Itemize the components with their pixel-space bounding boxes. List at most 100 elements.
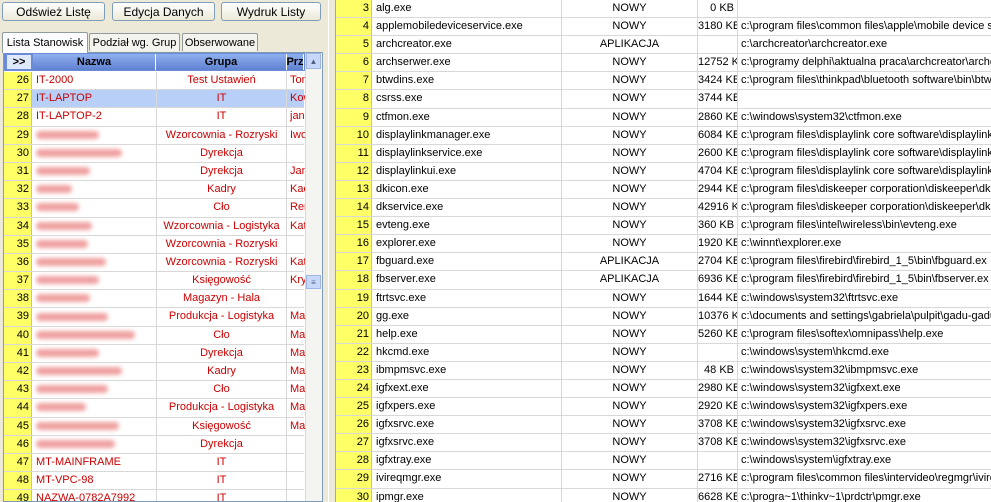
table-row[interactable]: 28 IT-LAPTOP-2 IT jan — [4, 108, 305, 127]
workstations-grid[interactable]: >> Nazwa Grupa Prz 26 IT-2000 Test Ustawie… — [3, 52, 323, 502]
table-row[interactable]: 12 displaylinkui.exe NOWY 4704 KB c:\program… — [336, 162, 991, 181]
table-row[interactable]: 8 csrss.exe NOWY 3744 KB — [336, 90, 991, 109]
process-path: c:\program files\displaylink core softwa… — [741, 128, 991, 141]
table-row[interactable]: 32 Kadry Kac — [4, 181, 308, 200]
print-list-button[interactable]: Wydruk Listy — [221, 2, 321, 21]
table-row[interactable]: 3 alg.exe NOWY 0 KB — [336, 0, 991, 19]
table-row[interactable]: 42 Kadry Mar — [4, 363, 308, 382]
table-row[interactable]: 27 igfxsrvc.exe NOWY 3708 KB c:\windows\syst… — [336, 434, 991, 453]
table-row[interactable]: 17 fbguard.exe APLIKACJA 2704 KB c:\program … — [336, 253, 991, 272]
edit-data-button[interactable]: Edycja Danych — [112, 2, 215, 21]
table-row[interactable]: 13 dkicon.exe NOWY 2944 KB c:\program files\… — [336, 180, 991, 200]
table-row[interactable]: 24 igfxext.exe NOWY 2980 KB c:\windows\syste… — [336, 379, 991, 399]
row-number: 23 — [336, 361, 372, 379]
table-row[interactable]: 49 NAZWA-0782A7992 IT — [4, 490, 304, 502]
table-row[interactable]: 48 MT-VPC-98 IT — [4, 472, 304, 491]
table-row[interactable]: 44 Produkcja - Logistyka Mał — [4, 399, 308, 418]
table-row[interactable]: 33CłoRen — [4, 199, 308, 218]
tab-obserwowane[interactable]: Obserwowane — [182, 33, 258, 51]
tab-podzial-wg-grup[interactable]: Podział wg. Grup — [89, 33, 180, 51]
vertical-scrollbar[interactable]: ▲ ≡ — [305, 53, 322, 501]
table-row[interactable]: 36 Wzorcownia - Rozryski Kat — [4, 253, 307, 273]
scroll-thumb[interactable]: ≡ — [306, 275, 321, 289]
workstation-name — [34, 181, 156, 198]
table-row[interactable]: 21 help.exe NOWY 5260 KB c:\program files\so… — [336, 325, 991, 344]
table-row[interactable]: 27IT-LAPTOPITKow — [4, 90, 308, 109]
workstation-group: Wzorcownia - Rozryski — [156, 126, 287, 144]
workstation-name — [34, 381, 156, 398]
process-status: NOWY — [562, 180, 698, 199]
process-path: c:\programy delphi\aktualna praca\archcr… — [741, 56, 991, 69]
process-path: c:\windows\system32\ftrtsvc.exe — [741, 291, 899, 304]
header-name[interactable]: Nazwa — [33, 54, 156, 70]
table-row[interactable]: 34 Wzorcownia - Logistyka Kat — [4, 217, 307, 236]
table-row[interactable]: 5 archcreator.exe APLIKACJA c:\archcreator\… — [336, 36, 991, 55]
table-row[interactable]: 39Produkcja - LogistykaMag — [4, 308, 308, 327]
table-row[interactable]: 7 btwdins.exe NOWY 3424 KB c:\program files\… — [336, 72, 991, 91]
row-number: 24 — [336, 379, 372, 398]
table-row[interactable]: 47 MT-MAINFRAME IT — [4, 453, 304, 473]
table-row[interactable]: 31 Dyrekcja Jan — [4, 162, 308, 182]
table-row[interactable]: 25 igfxpers.exe NOWY 2920 KB c:\windows\syst… — [336, 398, 991, 417]
table-row[interactable]: 15 evteng.exe NOWY 360 KB c:\program files\i… — [336, 217, 991, 236]
table-row[interactable]: 41 Dyrekcja Mar — [4, 344, 308, 363]
process-name: dkservice.exe — [373, 199, 562, 217]
table-row[interactable]: 11 displaylinkservice.exe NOWY 2600 KB c:\pr… — [336, 144, 991, 163]
scroll-up-icon[interactable]: ▲ — [306, 53, 321, 69]
process-name: ivireqmgr.exe — [373, 470, 562, 488]
table-row[interactable]: 30 ipmgr.exe NOWY 6628 KB c:\progra~1\thinkv… — [336, 488, 991, 502]
process-memory: 1920 KB — [698, 235, 738, 253]
table-row[interactable]: 20gg.exeNOWY10376 KBc:\documents and set… — [336, 307, 991, 326]
table-row[interactable]: 37KsięgowośćKrys — [4, 272, 308, 291]
workstation-name: NAZWA-0782A7992 — [36, 492, 136, 502]
table-row[interactable]: 26IT-2000Test UstawieńTom — [4, 72, 308, 91]
redacted-name — [36, 276, 99, 285]
process-name: evteng.exe — [373, 217, 562, 235]
table-row[interactable]: 23 ibmpmsvc.exe NOWY 48 KB c:\windows\system… — [336, 361, 991, 380]
process-name: dkicon.exe — [373, 180, 562, 199]
table-row[interactable]: 46 Dyrekcja — [4, 435, 304, 454]
table-row[interactable]: 29 ivireqmgr.exe NOWY 2716 KB c:\program fil… — [336, 470, 991, 489]
workstation-name — [34, 345, 156, 362]
header-prz[interactable]: Prz — [286, 54, 304, 70]
workstation-name: MT-VPC-98 — [36, 474, 94, 487]
process-memory: 3424 KB — [698, 72, 738, 90]
workstation-name — [34, 236, 156, 253]
table-row[interactable]: 19 ftrtsvc.exe NOWY 1644 KB c:\windows\syste… — [336, 289, 991, 308]
workstation-group: Księgowość — [156, 417, 287, 435]
redacted-name — [36, 257, 107, 266]
table-row[interactable]: 4 applemobiledeviceservice.exe NOWY 3180 KB… — [336, 18, 991, 37]
table-row[interactable]: 35 Wzorcownia - Rozryski — [4, 235, 304, 254]
table-row[interactable]: 9 ctfmon.exe NOWY 2860 KB c:\windows\system3… — [336, 108, 991, 127]
table-row[interactable]: 45 Księgowość Mar — [4, 417, 308, 436]
table-row[interactable]: 29 Wzorcownia - Rozryski Iwo — [4, 126, 307, 145]
table-row[interactable]: 28 igfxtray.exe NOWY c:\windows\system\igfx… — [336, 452, 991, 471]
table-row[interactable]: 40CłoMag — [4, 326, 308, 345]
row-number: 17 — [336, 253, 372, 271]
workstation-group: Wzorcownia - Logistyka — [156, 217, 287, 235]
row-number: 42 — [4, 363, 32, 381]
table-row[interactable]: 10 displaylinkmanager.exe NOWY 6084 KB c:\pr… — [336, 126, 991, 145]
table-row[interactable]: 43 Cło Mar — [4, 381, 308, 400]
table-row[interactable]: 18 fbserver.exe APLIKACJA 6936 KB c:\program… — [336, 271, 991, 290]
row-number: 15 — [336, 217, 372, 235]
table-row[interactable]: 14dkservice.exeNOWY42916 KBc:\program fi… — [336, 199, 991, 218]
row-number: 43 — [4, 381, 32, 399]
row-number: 27 — [336, 434, 372, 452]
table-row[interactable]: 30 Dyrekcja — [4, 144, 304, 163]
table-row[interactable]: 26 igfxsrvc.exe NOWY 3708 KB c:\windows\syst… — [336, 416, 991, 435]
table-row[interactable]: 6archserwer.exeNOWY12752 KBc:\programy d… — [336, 54, 991, 73]
process-memory: 0 KB — [698, 0, 738, 18]
expand-button[interactable]: >> — [6, 54, 32, 70]
table-row[interactable]: 16 explorer.exe NOWY 1920 KB c:\winnt\explor… — [336, 235, 991, 254]
tab-lista-stanowisk[interactable]: Lista Stanowisk — [2, 32, 88, 53]
process-path: c:\winnt\explorer.exe — [741, 237, 842, 250]
row-number: 21 — [336, 325, 372, 343]
refresh-list-button[interactable]: Odśwież Listę — [2, 2, 105, 21]
splitter[interactable] — [328, 0, 336, 502]
workstation-group: IT — [156, 453, 287, 472]
header-group[interactable]: Grupa — [156, 54, 287, 70]
workstation-group: Cło — [156, 381, 287, 399]
table-row[interactable]: 38 Magazyn - Hala — [4, 290, 304, 309]
table-row[interactable]: 22 hkcmd.exe NOWY c:\windows\system\hkcmd.e… — [336, 343, 991, 362]
